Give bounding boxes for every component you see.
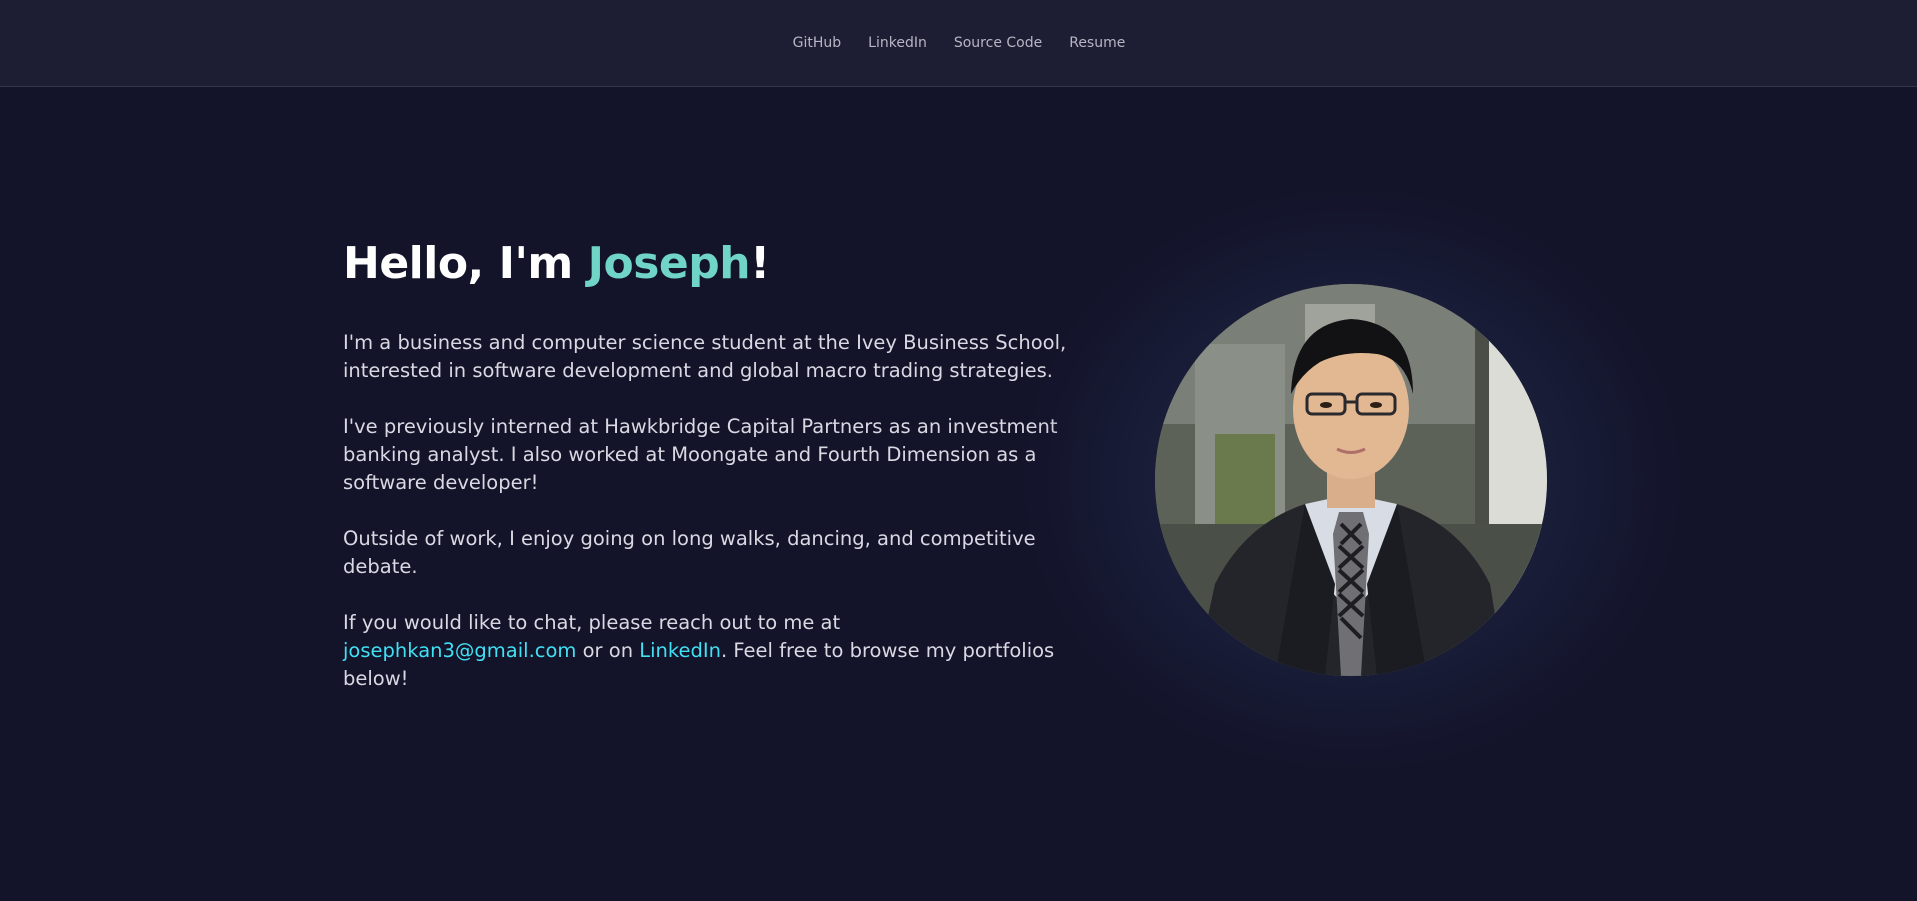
profile-photo-illustration (1155, 284, 1547, 676)
nav-links: GitHub LinkedIn Source Code Resume (793, 36, 1126, 50)
contact-text-middle: or on (576, 638, 640, 662)
bio-paragraph-2: I've previously interned at Hawkbridge C… (343, 414, 1058, 494)
bio-paragraph-3: Outside of work, I enjoy going on long w… (343, 526, 1036, 578)
nav-source-code-link[interactable]: Source Code (954, 36, 1042, 50)
hero-title-suffix: ! (750, 238, 770, 289)
top-navbar: GitHub LinkedIn Source Code Resume (0, 0, 1917, 87)
hero-title-name: Joseph (587, 238, 751, 289)
contact-text-prefix: If you would like to chat, please reach … (343, 610, 841, 634)
email-link[interactable]: josephkan3@gmail.com (343, 639, 576, 662)
hero-title-prefix: Hello, I'm (343, 238, 588, 289)
linkedin-inline-link[interactable]: LinkedIn (639, 639, 721, 662)
hero-title: Hello, I'm Joseph! (343, 238, 1073, 291)
nav-resume-link[interactable]: Resume (1069, 36, 1125, 50)
page: GitHub LinkedIn Source Code Resume Hello… (0, 0, 1917, 901)
bio-paragraph-1: I'm a business and computer science stud… (343, 330, 1067, 382)
nav-github-link[interactable]: GitHub (793, 36, 842, 50)
profile-photo (1155, 284, 1547, 676)
hero-intro: Hello, I'm Joseph! I'm a business and co… (343, 238, 1073, 693)
contact-paragraph: If you would like to chat, please reach … (343, 609, 1073, 693)
nav-linkedin-link[interactable]: LinkedIn (868, 36, 927, 50)
